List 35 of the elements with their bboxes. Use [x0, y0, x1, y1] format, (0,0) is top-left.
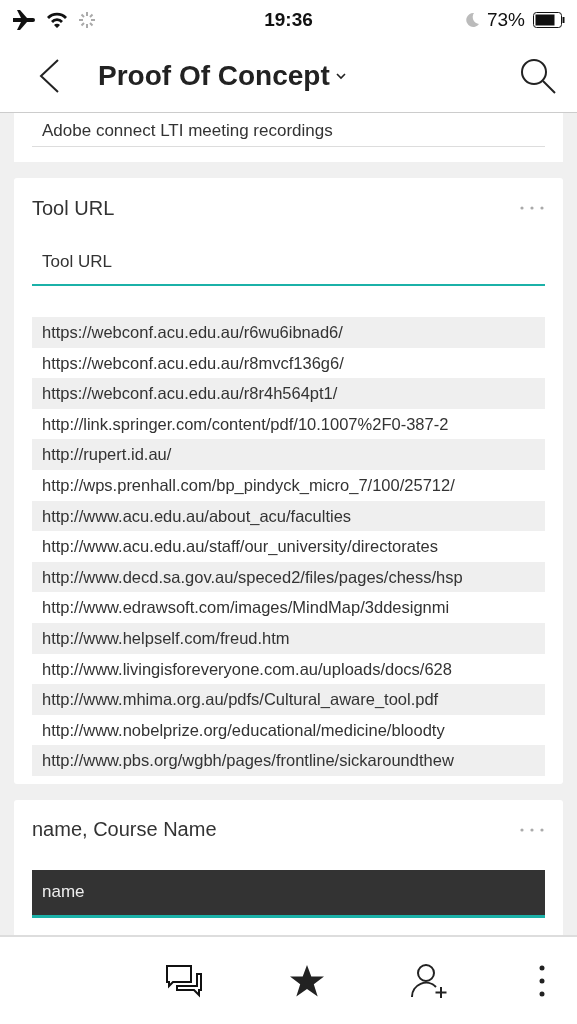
clock-time: 19:36: [264, 9, 313, 31]
list-item[interactable]: http://link.springer.com/content/pdf/10.1007%2F0-387-2: [32, 408, 545, 440]
add-person-icon[interactable]: [411, 962, 449, 999]
list-item[interactable]: http://www.edrawsoft.com/images/MindMap/3ddesignmi: [32, 592, 545, 623]
list-item[interactable]: http://www.decd.sa.gov.au/speced2/files/pages/chess/hsp: [32, 561, 545, 593]
field-value: Adobe connect LTI meeting recordings: [32, 113, 545, 147]
list-item[interactable]: http://www.helpself.com/freud.htm: [32, 622, 545, 654]
battery-icon: [533, 12, 565, 28]
list-item[interactable]: http://rupert.id.au/: [32, 439, 545, 470]
input-field[interactable]: name: [32, 869, 545, 918]
list-item[interactable]: http://www.pbs.org/wgbh/pages/frontline/sickaroundthew: [32, 745, 545, 776]
chat-icon[interactable]: [165, 963, 203, 998]
wifi-icon: [46, 11, 68, 29]
list-item[interactable]: http://www.nobelprize.org/educational/medicine/bloodty: [32, 714, 545, 746]
loading-spinner-icon: [78, 11, 96, 29]
list-item[interactable]: http://www.mhima.org.au/pdfs/Cultural_aware_tool.pdf: [32, 684, 545, 715]
list-item[interactable]: http://wps.prenhall.com/bp_pindyck_micro_7/100/25712/: [32, 469, 545, 501]
list-item[interactable]: https://webconf.acu.edu.au/r8mvcf136g6/: [32, 347, 545, 379]
list-item[interactable]: http://www.acu.edu.au/staff/our_university/directorates: [32, 531, 545, 562]
input-field[interactable]: Tool URL: [32, 240, 545, 286]
search-icon[interactable]: [519, 57, 557, 95]
list-item[interactable]: https://webconf.acu.edu.au/r8r4h564pt1/: [32, 378, 545, 409]
more-icon[interactable]: [539, 964, 545, 997]
airplane-icon: [12, 10, 36, 30]
list-item[interactable]: http://www.acu.edu.au/about_acu/faculties: [32, 500, 545, 532]
page-title-dropdown[interactable]: Proof Of Concept: [98, 60, 346, 92]
list-item[interactable]: http://www.livingisforeveryone.com.au/uploads/docs/628: [32, 653, 545, 685]
moon-icon: [465, 12, 479, 28]
chevron-down-icon[interactable]: [335, 72, 346, 80]
card-title: Tool URL: [32, 196, 116, 220]
list-item[interactable]: https://webconf.acu.edu.au/r6wu6ibnad6/: [32, 317, 545, 348]
card-title: name, Course Name: [32, 818, 218, 842]
back-icon[interactable]: [38, 59, 60, 93]
battery-percentage: 73%: [487, 9, 525, 31]
star-icon[interactable]: [289, 963, 325, 998]
